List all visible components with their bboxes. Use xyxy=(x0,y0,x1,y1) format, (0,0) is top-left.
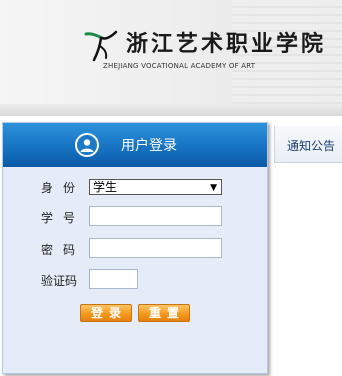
tab-notice[interactable]: 通知公告 xyxy=(274,126,342,163)
identity-row: 身份 学生 ▼ xyxy=(3,175,267,199)
header-decoration xyxy=(232,0,342,116)
page-header: 浙江艺术职业学院 ZHEJIANG VOCATIONAL ACADEMY OF … xyxy=(0,0,342,116)
school-name: 浙江艺术职业学院 xyxy=(126,31,327,57)
password-row: 密码 xyxy=(3,237,267,261)
captcha-label: 验证码 xyxy=(41,274,78,288)
captcha-row: 验证码 xyxy=(3,268,267,292)
password-label: 密码 xyxy=(41,243,86,257)
student-id-row: 学号 xyxy=(3,205,267,229)
user-icon xyxy=(75,133,99,157)
tab-notice-label: 通知公告 xyxy=(287,139,336,153)
login-title: 用户登录 xyxy=(121,138,177,154)
header-divider xyxy=(0,104,342,116)
dropdown-arrow-icon: ▼ xyxy=(210,183,217,193)
identity-label: 身份 xyxy=(41,181,86,195)
school-name-english: ZHEJIANG VOCATIONAL ACADEMY OF ART xyxy=(103,62,256,70)
student-id-input[interactable] xyxy=(89,206,222,226)
reset-button[interactable]: 重置 xyxy=(138,304,190,322)
school-logo-icon xyxy=(84,30,118,62)
login-panel: 用户登录 身份 学生 ▼ 学号 密码 验证码 xyxy=(2,122,268,374)
student-id-label: 学号 xyxy=(41,211,86,225)
login-title-bar: 用户登录 xyxy=(3,123,267,167)
captcha-input[interactable] xyxy=(89,269,138,289)
password-input[interactable] xyxy=(89,238,222,258)
login-button[interactable]: 登录 xyxy=(80,304,132,322)
identity-selected-value: 学生 xyxy=(93,180,118,194)
identity-select[interactable]: 学生 ▼ xyxy=(89,179,222,195)
